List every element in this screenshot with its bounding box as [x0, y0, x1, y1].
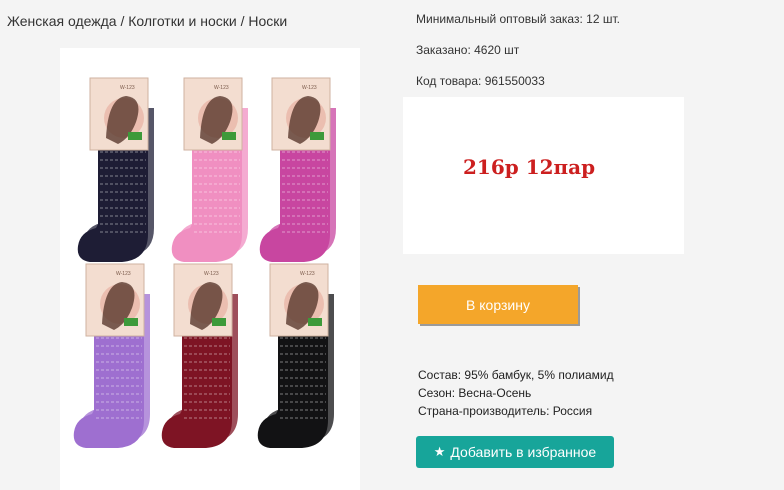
country-text: Страна-производитель: Россия — [418, 404, 593, 418]
sock-pair: W-123 — [171, 77, 248, 262]
season-text: Сезон: Весна-Осень — [418, 386, 532, 400]
composition-text: Состав: 95% бамбук, 5% полиамид — [418, 368, 614, 382]
add-to-favorites-label: Добавить в избранное — [450, 444, 597, 460]
star-icon: ★ — [433, 444, 446, 459]
breadcrumb[interactable]: Женская одежда / Колготки и носки / Носк… — [7, 13, 287, 29]
product-specs: Состав: 95% бамбук, 5% полиамид Сезон: В… — [418, 366, 614, 420]
label-text: W-123 — [204, 271, 219, 277]
sock-pair: W-123 — [73, 263, 150, 448]
add-to-favorites-button[interactable]: ★ Добавить в избранное — [416, 436, 614, 468]
price-text: 216р 12пар — [463, 155, 596, 179]
sock-pair: W-123 — [257, 263, 334, 448]
label-text: W-123 — [302, 85, 317, 91]
price-box: 216р 12пар — [403, 97, 684, 254]
add-to-cart-button[interactable]: В корзину — [418, 285, 578, 324]
sock-pair: W-123 — [259, 77, 336, 262]
ordered-count-text: Заказано: 4620 шт — [416, 43, 520, 57]
product-code-text: Код товара: 961550033 — [416, 74, 545, 88]
sock-pair: W-123 — [161, 263, 238, 448]
label-text: W-123 — [214, 85, 229, 91]
product-image: W-123 W-123 W-123 W-123 W-123 W-123 — [60, 48, 360, 490]
label-text: W-123 — [300, 271, 315, 277]
add-to-cart-label: В корзину — [466, 296, 530, 313]
label-text: W-123 — [120, 85, 135, 91]
label-text: W-123 — [116, 271, 131, 277]
min-order-text: Минимальный оптовый заказ: 12 шт. — [416, 12, 620, 26]
sock-pair: W-123 — [77, 77, 154, 262]
